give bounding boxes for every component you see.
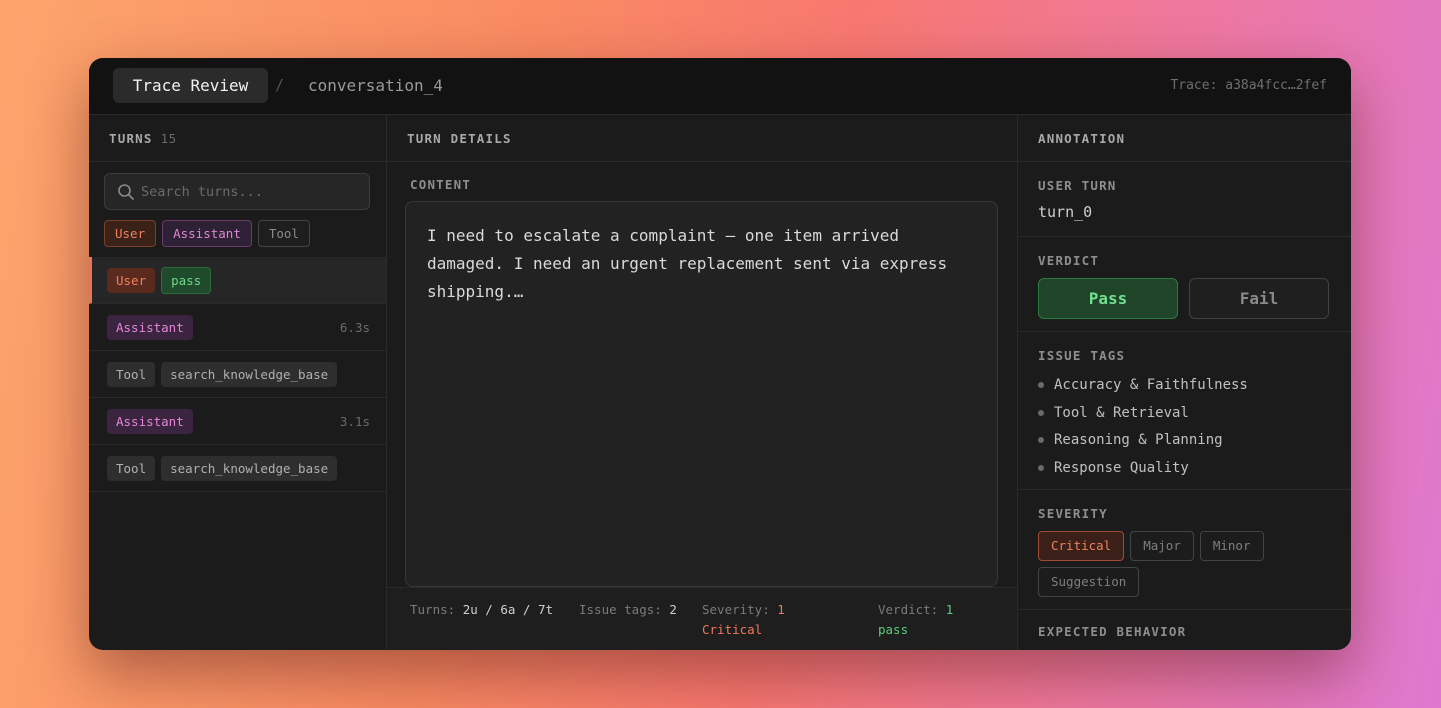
details-heading: TURN DETAILS bbox=[407, 130, 512, 146]
verdict-section: VERDICT Pass Fail bbox=[1018, 237, 1351, 332]
role-badge-assistant: Assistant bbox=[107, 408, 193, 434]
stats-footer: Turns: 2u / 6a / 7t Issue tags: 2 Severi… bbox=[387, 587, 1017, 650]
bullet-dot bbox=[1038, 409, 1044, 416]
expected-behavior-label: EXPECTED BEHAVIOR bbox=[1038, 624, 1187, 639]
issue-tag-item[interactable]: Reasoning & Planning bbox=[1038, 426, 1331, 454]
tool-name-badge: search_knowledge_base bbox=[161, 361, 338, 387]
search-icon bbox=[118, 183, 134, 200]
turns-panel: TURNS 15 User Assistant Tool User pass A… bbox=[89, 115, 387, 650]
issue-tags-section: ISSUE TAGS Accuracy & Faithfulness Tool … bbox=[1018, 332, 1351, 490]
severity-major[interactable]: Major bbox=[1130, 531, 1194, 561]
turn-row-user-selected[interactable]: User pass bbox=[89, 257, 386, 304]
status-badge-pass: pass bbox=[161, 266, 212, 294]
stat-issue-tags: Issue tags: 2 bbox=[579, 600, 679, 620]
breadcrumb-separator: / bbox=[275, 76, 285, 94]
top-bar: Trace Review / conversation_4 Trace: a38… bbox=[89, 58, 1351, 115]
verdict-label: VERDICT bbox=[1038, 253, 1100, 268]
issue-tag-item[interactable]: Response Quality bbox=[1038, 454, 1331, 482]
search-box[interactable] bbox=[104, 173, 370, 210]
turn-duration: 6.3s bbox=[339, 319, 370, 335]
role-filters: User Assistant Tool bbox=[104, 220, 310, 247]
issue-tag-item[interactable]: Accuracy & Faithfulness bbox=[1038, 371, 1331, 399]
annotation-heading: ANNOTATION bbox=[1038, 130, 1126, 146]
trace-review-window: Trace Review / conversation_4 Trace: a38… bbox=[89, 58, 1351, 650]
turns-count: 15 bbox=[160, 130, 177, 146]
expected-behavior-section: EXPECTED BEHAVIOR bbox=[1018, 610, 1351, 650]
content-label: CONTENT bbox=[410, 177, 472, 192]
role-badge-user: User bbox=[107, 267, 156, 293]
role-badge-tool: Tool bbox=[107, 361, 156, 387]
annotation-header: ANNOTATION bbox=[1018, 115, 1351, 162]
breadcrumb-conversation[interactable]: conversation_4 bbox=[308, 76, 443, 95]
turn-details-panel: TURN DETAILS CONTENT I need to escalate … bbox=[387, 115, 1018, 650]
filter-assistant[interactable]: Assistant bbox=[162, 220, 252, 247]
issue-tag-label: Tool & Retrieval bbox=[1054, 404, 1189, 421]
search-input[interactable] bbox=[139, 182, 353, 201]
severity-minor[interactable]: Minor bbox=[1199, 531, 1264, 561]
turns-heading: TURNS bbox=[109, 130, 153, 146]
bullet-dot bbox=[1038, 437, 1044, 444]
filter-user[interactable]: User bbox=[104, 220, 157, 247]
turn-list: User pass Assistant 6.3s Tool search_kno… bbox=[89, 257, 386, 492]
stat-verdict-label: Verdict: bbox=[878, 602, 939, 617]
turn-row-assistant[interactable]: Assistant 6.3s bbox=[89, 304, 386, 351]
severity-critical[interactable]: Critical bbox=[1038, 531, 1125, 561]
user-turn-section: USER TURN turn_0 bbox=[1018, 162, 1351, 237]
user-turn-value: turn_0 bbox=[1038, 203, 1093, 221]
annotation-panel: ANNOTATION USER TURN turn_0 VERDICT Pass… bbox=[1018, 115, 1351, 650]
turn-duration: 3.1s bbox=[339, 413, 370, 429]
stat-severity: Severity: 1 Critical bbox=[702, 600, 802, 639]
turn-row-assistant[interactable]: Assistant 3.1s bbox=[89, 398, 386, 445]
user-turn-label: USER TURN bbox=[1038, 178, 1117, 193]
role-badge-assistant: Assistant bbox=[107, 314, 193, 340]
severity-options: Critical Major Minor Suggestion bbox=[1038, 531, 1278, 597]
trace-id-label: Trace: a38a4fcc…2fef bbox=[1170, 78, 1327, 93]
verdict-buttons: Pass Fail bbox=[1038, 278, 1331, 319]
turn-row-tool[interactable]: Tool search_knowledge_base bbox=[89, 445, 386, 492]
pass-button[interactable]: Pass bbox=[1038, 278, 1178, 319]
issue-tag-list: Accuracy & Faithfulness Tool & Retrieval… bbox=[1038, 371, 1331, 482]
severity-suggestion[interactable]: Suggestion bbox=[1038, 567, 1140, 597]
breadcrumb-app-title[interactable]: Trace Review bbox=[113, 68, 268, 103]
severity-label: SEVERITY bbox=[1038, 506, 1108, 521]
severity-section: SEVERITY Critical Major Minor Suggestion bbox=[1018, 490, 1351, 610]
turn-row-tool[interactable]: Tool search_knowledge_base bbox=[89, 351, 386, 398]
content-text: I need to escalate a complaint — one ite… bbox=[427, 226, 948, 301]
issue-tag-label: Accuracy & Faithfulness bbox=[1054, 376, 1248, 393]
stat-issue-label: Issue tags: bbox=[579, 602, 662, 617]
bullet-dot bbox=[1038, 381, 1044, 388]
issue-tags-label: ISSUE TAGS bbox=[1038, 348, 1126, 363]
stat-turns-label: Turns: bbox=[410, 602, 456, 617]
stat-turns: Turns: 2u / 6a / 7t bbox=[410, 600, 555, 620]
role-badge-tool: Tool bbox=[107, 455, 156, 481]
bullet-dot bbox=[1038, 464, 1044, 471]
stat-severity-label: Severity: bbox=[702, 602, 770, 617]
content-box[interactable]: I need to escalate a complaint — one ite… bbox=[405, 201, 998, 587]
fail-button[interactable]: Fail bbox=[1189, 278, 1329, 319]
issue-tag-label: Response Quality bbox=[1054, 459, 1189, 476]
issue-tag-item[interactable]: Tool & Retrieval bbox=[1038, 399, 1331, 427]
details-header: TURN DETAILS bbox=[387, 115, 1017, 162]
turns-header: TURNS 15 bbox=[89, 115, 386, 162]
stat-turns-value: 2u / 6a / 7t bbox=[462, 602, 553, 617]
stat-issue-value: 2 bbox=[669, 602, 677, 617]
filter-tool[interactable]: Tool bbox=[257, 220, 310, 247]
tool-name-badge: search_knowledge_base bbox=[161, 455, 338, 481]
stat-verdict: Verdict: 1 pass bbox=[878, 600, 978, 639]
issue-tag-label: Reasoning & Planning bbox=[1054, 432, 1223, 449]
